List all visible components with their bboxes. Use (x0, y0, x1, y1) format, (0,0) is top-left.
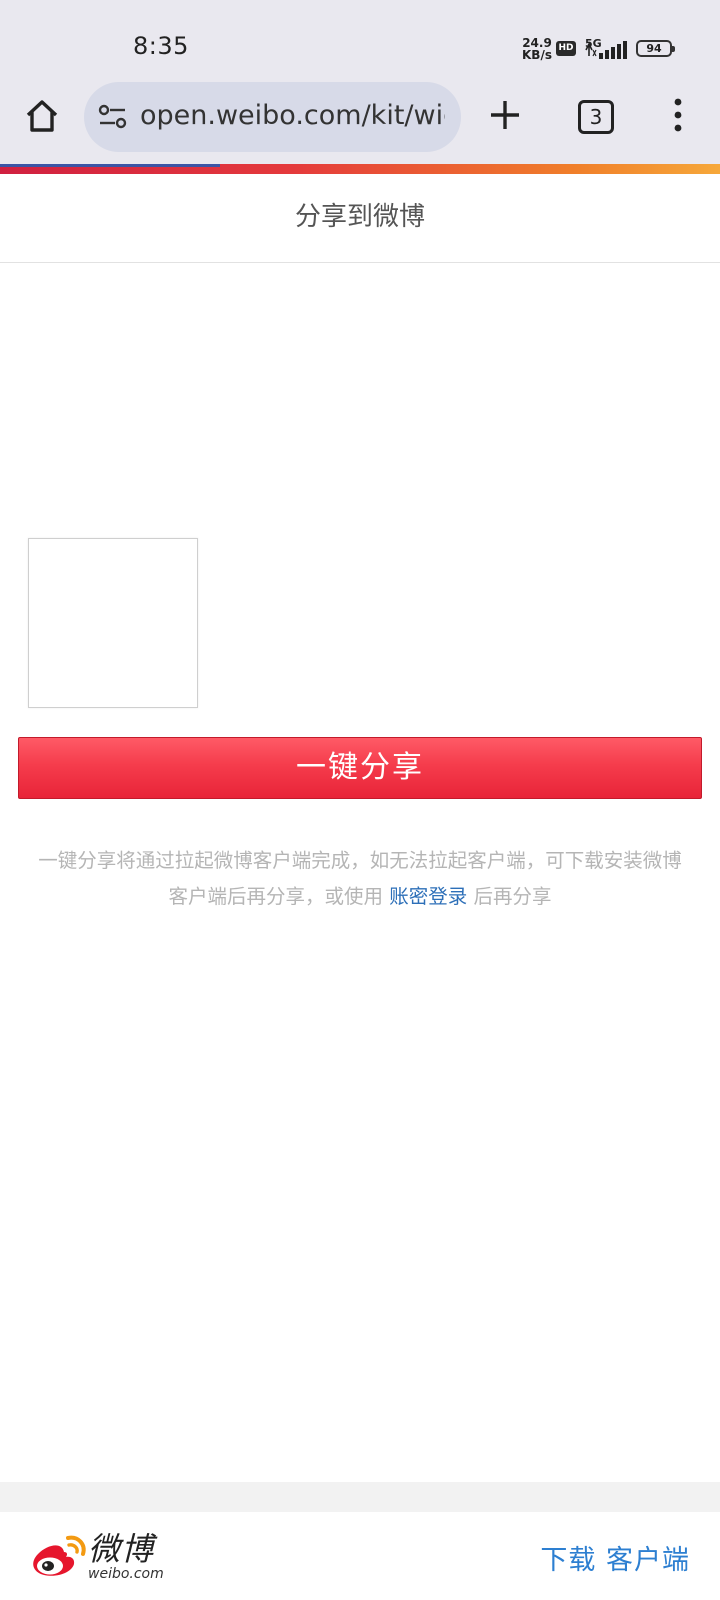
share-image-thumbnail (28, 538, 198, 708)
share-hint: 一键分享将通过拉起微博客户端完成，如无法拉起客户端，可下载安装微博客户端后再分享… (30, 843, 690, 915)
hint-text-end: 后再分享 (473, 885, 552, 908)
browser-toolbar: open.weibo.com/kit/widget 3 (0, 82, 720, 164)
tune-icon[interactable] (98, 103, 128, 131)
password-login-link[interactable]: 账密登录 (389, 885, 467, 908)
battery-level: 94 (646, 42, 662, 55)
status-bar: 8:35 24.9 KB/s HD 5G 94 (0, 0, 720, 82)
tab-switcher-button[interactable]: 3 (578, 100, 614, 134)
logo-text: 微博 (88, 1530, 155, 1568)
signal-icon (585, 41, 627, 59)
hd-badge: HD (556, 41, 576, 56)
home-icon[interactable] (24, 98, 60, 134)
url-text[interactable]: open.weibo.com/kit/widget (140, 100, 445, 131)
weibo-logo-icon (33, 1535, 86, 1576)
footer-divider (0, 1482, 720, 1512)
more-vert-icon[interactable] (672, 98, 684, 132)
progress-indicator (0, 164, 220, 167)
network-speed-unit: KB/s (522, 48, 552, 62)
footer: 微博 weibo.com 下载 客户端 (0, 1512, 720, 1600)
tab-count: 3 (589, 105, 603, 129)
page-title: 分享到微博 (0, 174, 720, 263)
hint-text: 一键分享将通过拉起微博客户端完成，如无法拉起客户端，可下载安装微博客户端后再分享… (38, 849, 682, 908)
battery-icon: 94 (636, 40, 675, 57)
download-client-link[interactable]: 下载 客户端 (540, 1538, 690, 1577)
plus-icon[interactable] (488, 98, 522, 132)
address-bar[interactable]: open.weibo.com/kit/widget (84, 82, 461, 152)
one-click-share-button[interactable]: 一键分享 (18, 737, 702, 799)
logo-domain: weibo.com (88, 1566, 164, 1582)
network-speed: 24.9 KB/s (519, 37, 555, 61)
status-time: 8:35 (133, 32, 189, 60)
